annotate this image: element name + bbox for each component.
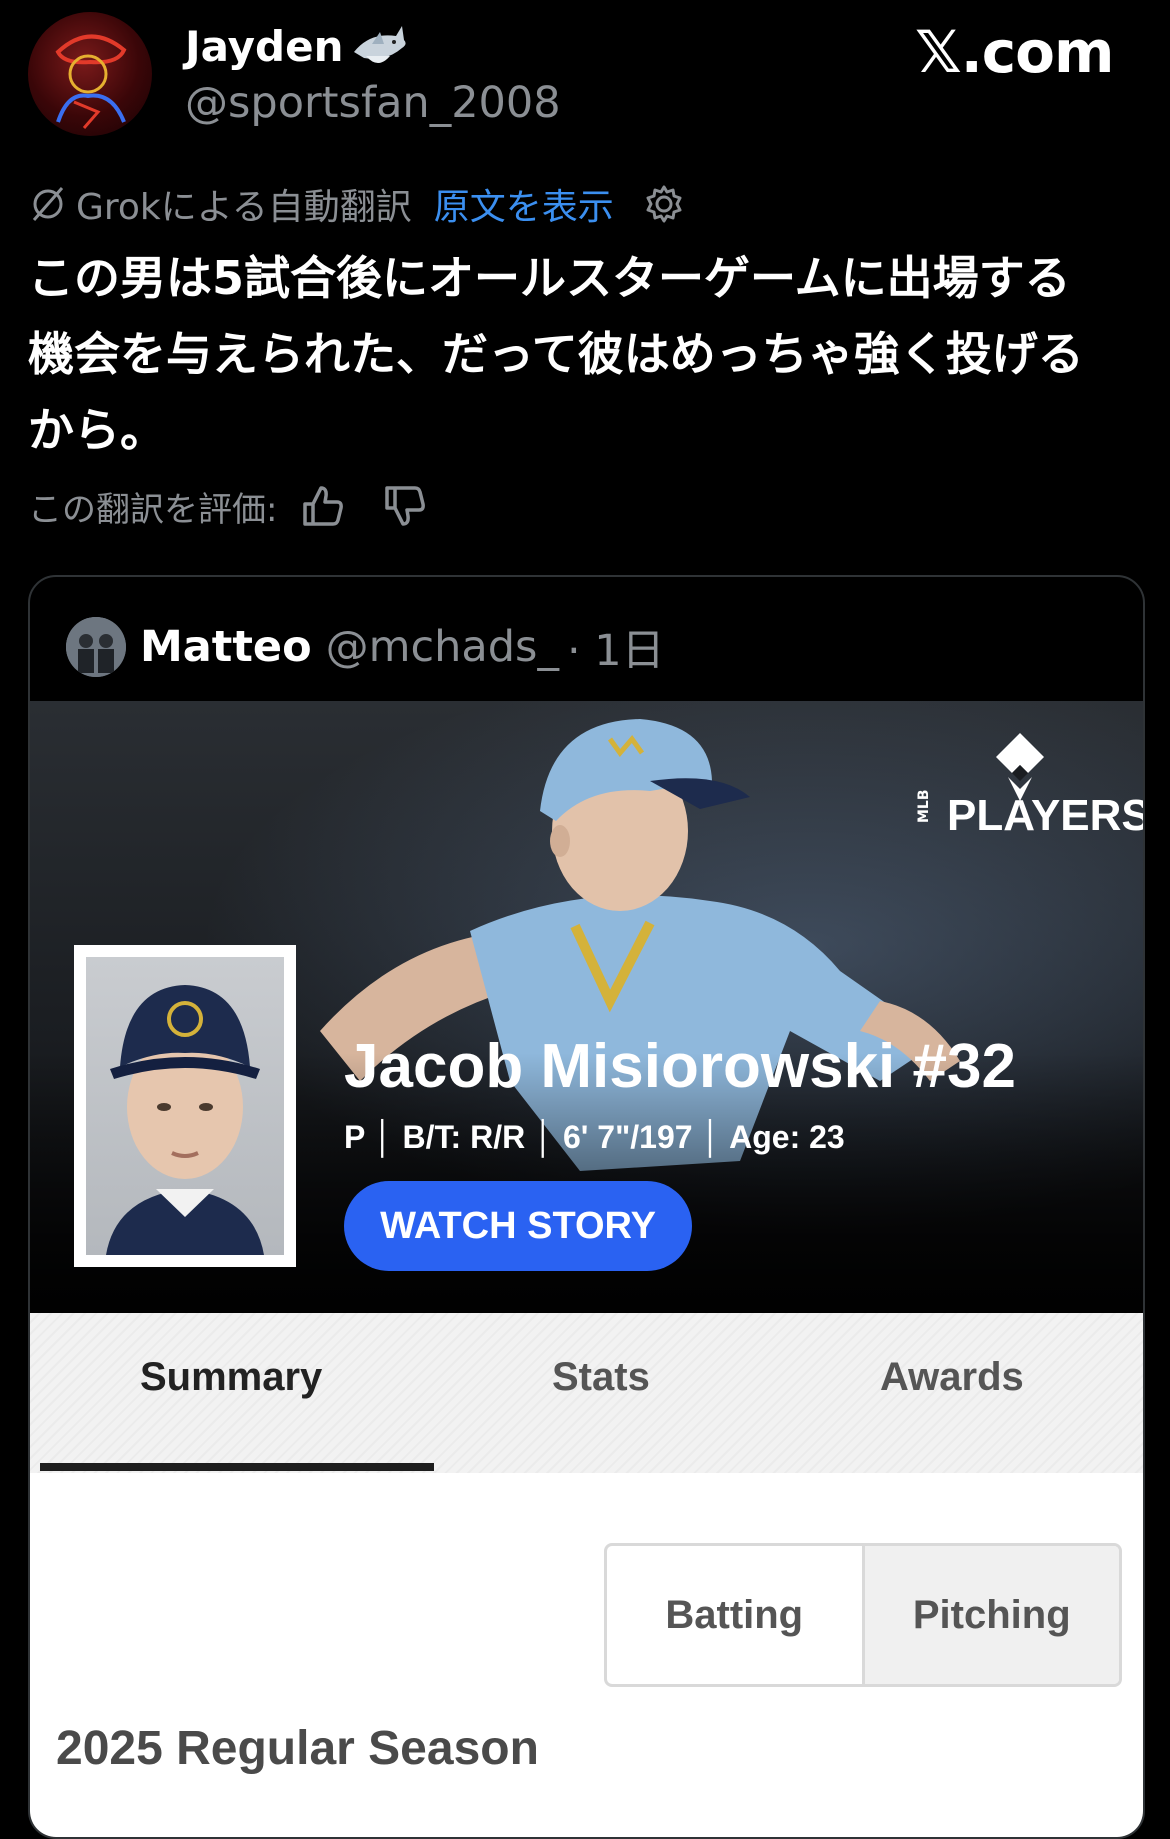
player-tabs: Summary Stats Awards (30, 1313, 1143, 1473)
summary-panel: Batting Pitching 2025 Regular Season (30, 1473, 1143, 1837)
thumbs-down-icon[interactable] (381, 482, 429, 530)
tab-summary[interactable]: Summary (140, 1355, 322, 1400)
translation-bar: Grokによる自動翻訳 原文を表示 (28, 180, 686, 228)
quoted-handle[interactable]: @mchads_ (326, 622, 559, 672)
gear-icon[interactable] (642, 182, 686, 226)
tweet-text: この男は5試合後にオールスターゲームに出場する 機会を与えられた、だって彼はめっ… (28, 251, 1084, 457)
x-watermark: 𝕏.com (915, 18, 1114, 86)
quoted-timestamp: · 1日 (566, 626, 665, 676)
quoted-post[interactable]: Matteo @mchads_ · 1日 MLB PLAYERS Jacob M… (28, 575, 1145, 1839)
tab-stats[interactable]: Stats (552, 1355, 650, 1400)
display-name[interactable]: Jayden (185, 22, 344, 71)
players-brand: PLAYERS (947, 791, 1143, 840)
player-name: Jacob Misiorowski #32 (344, 1032, 1016, 1101)
avatar[interactable] (28, 12, 152, 136)
rate-label: この翻訳を評価: (28, 489, 278, 530)
player-headshot (74, 945, 296, 1267)
player-hero-image: MLB PLAYERS Jacob Misiorowski #32 P │ B/… (30, 701, 1143, 1313)
quoted-display-name[interactable]: Matteo (140, 622, 312, 672)
player-info: P │ B/T: R/R │ 6' 7"/197 │ Age: 23 (344, 1119, 845, 1155)
grok-icon (28, 184, 68, 224)
mlb-small-label: MLB (916, 789, 932, 823)
thumbs-up-icon[interactable] (299, 482, 347, 530)
shark-emoji-icon (350, 18, 410, 74)
watch-story-button[interactable]: WATCH STORY (344, 1181, 692, 1271)
toggle-batting[interactable]: Batting (607, 1546, 862, 1684)
user-handle[interactable]: @sportsfan_2008 (185, 78, 561, 128)
season-heading: 2025 Regular Season (56, 1722, 539, 1775)
show-original-link[interactable]: 原文を表示 (434, 178, 614, 230)
rate-translation: この翻訳を評価: (28, 478, 429, 534)
quoted-avatar[interactable] (66, 617, 126, 677)
batting-pitching-toggle: Batting Pitching (604, 1543, 1122, 1687)
translation-label: Grokによる自動翻訳 (76, 187, 412, 228)
active-tab-indicator (40, 1463, 434, 1471)
tab-awards[interactable]: Awards (880, 1355, 1024, 1400)
quoted-post-header: Matteo @mchads_ · 1日 (66, 615, 665, 679)
toggle-pitching[interactable]: Pitching (861, 1546, 1119, 1684)
